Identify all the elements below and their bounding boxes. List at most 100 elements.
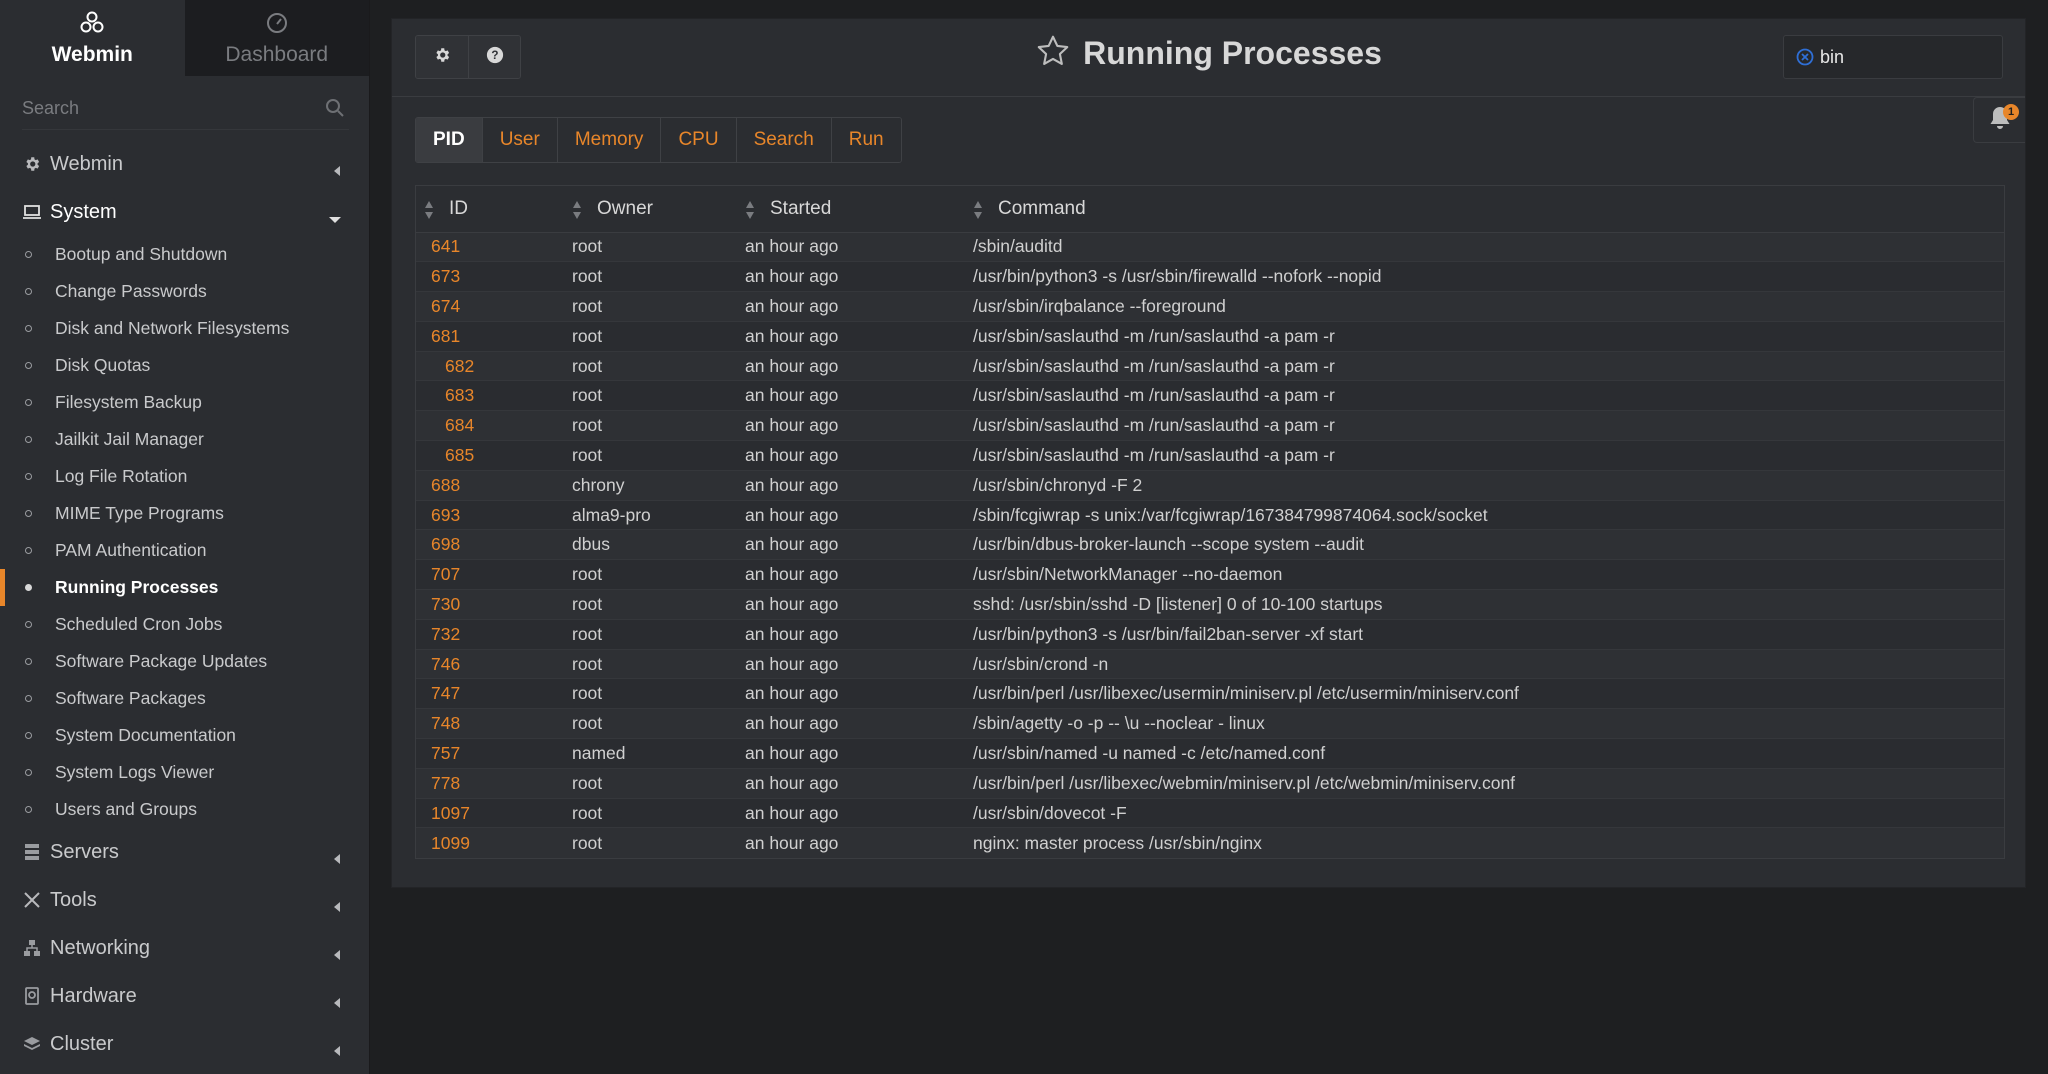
question-circle-icon: ?: [486, 46, 504, 69]
column-header-owner[interactable]: Owner: [564, 186, 737, 233]
pid-link[interactable]: 698: [416, 529, 564, 561]
tab-cpu[interactable]: CPU: [660, 118, 736, 162]
sidebar-item-label: Disk and Network Filesystems: [55, 318, 290, 338]
pid-link[interactable]: 674: [416, 291, 564, 322]
menu-category-servers[interactable]: Servers: [0, 828, 369, 876]
star-icon[interactable]: [1035, 33, 1071, 74]
sidebar-item-pam-authentication[interactable]: PAM Authentication: [0, 532, 369, 569]
pid-link[interactable]: 641: [416, 232, 564, 263]
table-row: 683 root an hour ago/usr/sbin/saslauthd -m…: [416, 380, 2004, 412]
pid-link[interactable]: 1099: [416, 828, 564, 858]
bullet-icon: [25, 547, 32, 554]
command-cell: /usr/bin/python3 -s /usr/bin/fail2ban-se…: [965, 619, 2004, 650]
mode-tabs: PID User Memory CPU Search Run: [415, 117, 902, 163]
sidebar-item-disk-and-network-filesystems[interactable]: Disk and Network Filesystems: [0, 310, 369, 347]
menu-category-webmin[interactable]: Webmin: [0, 140, 369, 188]
sidebar-item-change-passwords[interactable]: Change Passwords: [0, 273, 369, 310]
pid-link[interactable]: 757: [416, 738, 564, 769]
sidebar-item-running-processes[interactable]: Running Processes: [0, 569, 369, 606]
menu-category-label: Cluster: [50, 1032, 114, 1055]
tab-run[interactable]: Run: [830, 118, 901, 162]
caret-left-icon: [333, 943, 341, 966]
owner-cell: root: [564, 559, 737, 591]
owner-cell: root: [564, 291, 737, 322]
sidebar-item-disk-quotas[interactable]: Disk Quotas: [0, 347, 369, 384]
bullet-icon: [25, 473, 32, 480]
owner-cell: root: [564, 351, 737, 382]
sidebar-item-scheduled-cron-jobs[interactable]: Scheduled Cron Jobs: [0, 606, 369, 643]
sidebar-search: [22, 90, 349, 130]
bullet-icon: [25, 806, 32, 813]
notifications-button[interactable]: 1: [1973, 97, 2025, 143]
sidebar-item-label: Change Passwords: [55, 281, 207, 301]
filter-input[interactable]: [1820, 39, 2048, 75]
module-config-button[interactable]: [416, 36, 468, 78]
tab-pid[interactable]: PID: [416, 118, 482, 162]
sidebar-item-system-logs-viewer[interactable]: System Logs Viewer: [0, 754, 369, 791]
tab-search[interactable]: Search: [735, 118, 831, 162]
pid-link[interactable]: 688: [416, 470, 564, 501]
pid-link[interactable]: 682: [416, 351, 564, 382]
owner-cell: root: [564, 649, 737, 680]
menu-category-system[interactable]: System: [0, 188, 369, 236]
sidebar-item-jailkit-jail-manager[interactable]: Jailkit Jail Manager: [0, 421, 369, 458]
sidebar-item-mime-type-programs[interactable]: MIME Type Programs: [0, 495, 369, 532]
pid-link[interactable]: 683: [416, 380, 564, 412]
pid-link[interactable]: 673: [416, 261, 564, 293]
hardware-icon: [22, 986, 42, 1006]
pid-link[interactable]: 681: [416, 321, 564, 352]
table-row: 747 root an hour ago/usr/bin/perl /usr/lib…: [416, 678, 2004, 710]
pid-link[interactable]: 685: [416, 440, 564, 471]
table-header-row: ID Owner Started Command: [416, 186, 2004, 233]
command-cell: /usr/sbin/saslauthd -m /run/saslauthd -a…: [965, 380, 2004, 412]
tab-user[interactable]: User: [481, 118, 557, 162]
gear-icon: [22, 154, 42, 174]
pid-link[interactable]: 748: [416, 708, 564, 740]
column-header-started[interactable]: Started: [737, 186, 965, 233]
help-button[interactable]: ?: [468, 36, 520, 78]
sidebar-item-users-and-groups[interactable]: Users and Groups: [0, 791, 369, 828]
pid-link[interactable]: 1097: [416, 798, 564, 829]
sidebar-item-log-file-rotation[interactable]: Log File Rotation: [0, 458, 369, 495]
started-cell: an hour ago: [737, 380, 965, 412]
tab-memory[interactable]: Memory: [556, 118, 661, 162]
webmin-tab[interactable]: Webmin: [0, 0, 185, 76]
sidebar-item-filesystem-backup[interactable]: Filesystem Backup: [0, 384, 369, 421]
pid-link[interactable]: 746: [416, 649, 564, 680]
pid-link[interactable]: 778: [416, 768, 564, 799]
sidebar-search-input[interactable]: [22, 90, 349, 126]
menu-category-networking[interactable]: Networking: [0, 924, 369, 972]
owner-cell: root: [564, 798, 737, 829]
pid-link[interactable]: 684: [416, 410, 564, 442]
search-icon[interactable]: [325, 98, 345, 123]
bullet-icon: [25, 362, 32, 369]
table-row: 673 root an hour ago/usr/bin/python3 -s /u…: [416, 261, 2004, 293]
menu-category-hardware[interactable]: Hardware: [0, 972, 369, 1020]
caret-down-icon: [329, 207, 341, 230]
pid-link[interactable]: 747: [416, 678, 564, 710]
column-header-label: Started: [770, 197, 832, 219]
pid-link[interactable]: 732: [416, 619, 564, 650]
sidebar-item-software-package-updates[interactable]: Software Package Updates: [0, 643, 369, 680]
notification-count-badge: 1: [2003, 104, 2019, 120]
owner-cell: chrony: [564, 470, 737, 501]
owner-cell: dbus: [564, 529, 737, 561]
sidebar-item-software-packages[interactable]: Software Packages: [0, 680, 369, 717]
panel-header: ? Running Processes: [392, 19, 2048, 97]
pid-link[interactable]: 730: [416, 589, 564, 620]
column-header-id[interactable]: ID: [416, 186, 564, 233]
column-header-command[interactable]: Command: [965, 186, 2004, 233]
menu-category-cluster[interactable]: Cluster: [0, 1020, 369, 1068]
sidebar-item-label: PAM Authentication: [55, 540, 207, 560]
table-row: 682 root an hour ago/usr/sbin/saslauthd -m…: [416, 351, 2004, 382]
sidebar-item-bootup-and-shutdown[interactable]: Bootup and Shutdown: [0, 236, 369, 273]
bullet-icon: [25, 325, 32, 332]
clear-filter-icon[interactable]: [1796, 48, 1814, 66]
started-cell: an hour ago: [737, 798, 965, 829]
sidebar-item-system-documentation[interactable]: System Documentation: [0, 717, 369, 754]
table-row: 685 root an hour ago/usr/sbin/saslauthd -m…: [416, 440, 2004, 471]
dashboard-tab[interactable]: Dashboard: [184, 0, 369, 76]
pid-link[interactable]: 693: [416, 500, 564, 531]
pid-link[interactable]: 707: [416, 559, 564, 591]
menu-category-tools[interactable]: Tools: [0, 876, 369, 924]
